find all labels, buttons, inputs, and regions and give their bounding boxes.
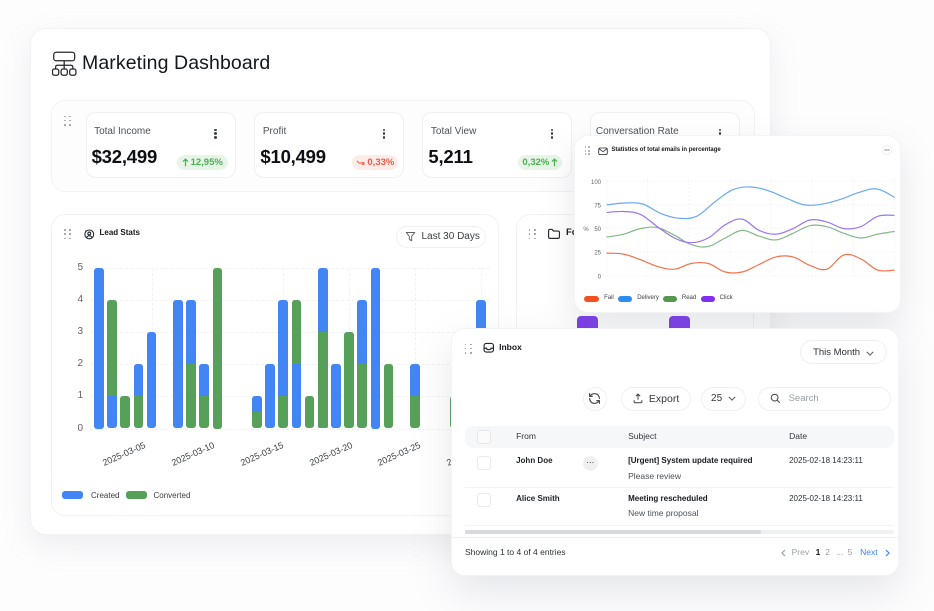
svg-text:100: 100 — [591, 180, 602, 186]
svg-text:25: 25 — [595, 250, 602, 256]
svg-text:50: 50 — [595, 227, 602, 233]
svg-text:0: 0 — [598, 274, 602, 280]
svg-text:75: 75 — [595, 203, 602, 209]
svg-text:%: % — [584, 227, 590, 233]
